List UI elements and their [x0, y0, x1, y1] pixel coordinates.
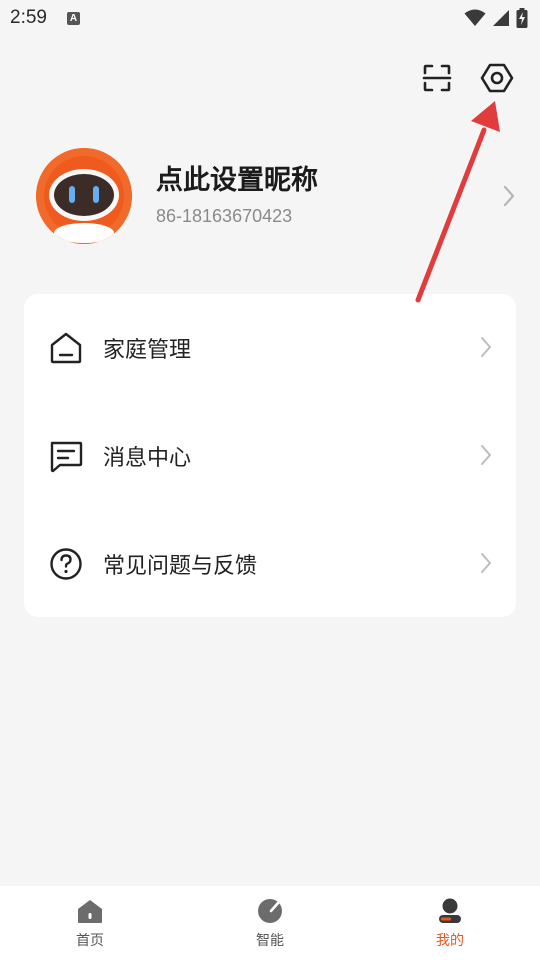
profile-header[interactable]: 点此设置昵称 86-18163670423 [36, 146, 526, 246]
home-tab-icon [78, 900, 102, 923]
message-icon [50, 441, 83, 473]
menu-item-faq-feedback[interactable]: 常见问题与反馈 [24, 510, 516, 618]
avatar[interactable] [36, 148, 132, 244]
robot-avatar-icon [36, 148, 132, 244]
menu-label: 消息中心 [103, 446, 192, 471]
status-left: 2:59 A [10, 7, 80, 29]
menu-card: 家庭管理 消息中心 常见问题与反馈 [24, 294, 516, 617]
settings-button[interactable] [479, 60, 515, 96]
chevron-right-icon [481, 337, 491, 357]
tab-smart[interactable]: 智能 [180, 886, 360, 960]
chevron-right-icon [481, 445, 491, 465]
question-icon [50, 548, 82, 580]
chevron-right-icon [481, 553, 491, 573]
battery-charging-icon [516, 8, 528, 28]
me-tab-icon [439, 898, 461, 923]
signal-icon [493, 10, 509, 26]
phone-number: 86-18163670423 [156, 206, 293, 226]
notification-badge-icon: A [66, 11, 80, 25]
status-time: 2:59 [10, 7, 47, 28]
scan-button[interactable] [419, 60, 455, 96]
tab-me[interactable]: 我的 [360, 886, 540, 960]
tab-label: 首页 [76, 933, 104, 949]
nickname[interactable]: 点此设置昵称 [156, 158, 318, 197]
scan-icon [422, 64, 452, 92]
status-bar: 2:59 A [0, 0, 540, 36]
tab-home[interactable]: 首页 [0, 886, 180, 960]
status-right [464, 8, 528, 28]
menu-label: 家庭管理 [103, 338, 192, 363]
tab-bar: 首页 智能 我的 [0, 886, 540, 960]
home-icon [50, 332, 82, 364]
smart-tab-icon [258, 899, 282, 923]
chevron-right-icon [503, 185, 515, 207]
menu-item-message-center[interactable]: 消息中心 [24, 402, 516, 510]
wifi-icon [464, 9, 486, 26]
tab-label: 智能 [256, 933, 284, 949]
menu-item-family-management[interactable]: 家庭管理 [24, 294, 516, 402]
hexagon-settings-icon [480, 63, 514, 93]
menu-label: 常见问题与反馈 [103, 554, 258, 579]
tab-label: 我的 [436, 933, 464, 949]
